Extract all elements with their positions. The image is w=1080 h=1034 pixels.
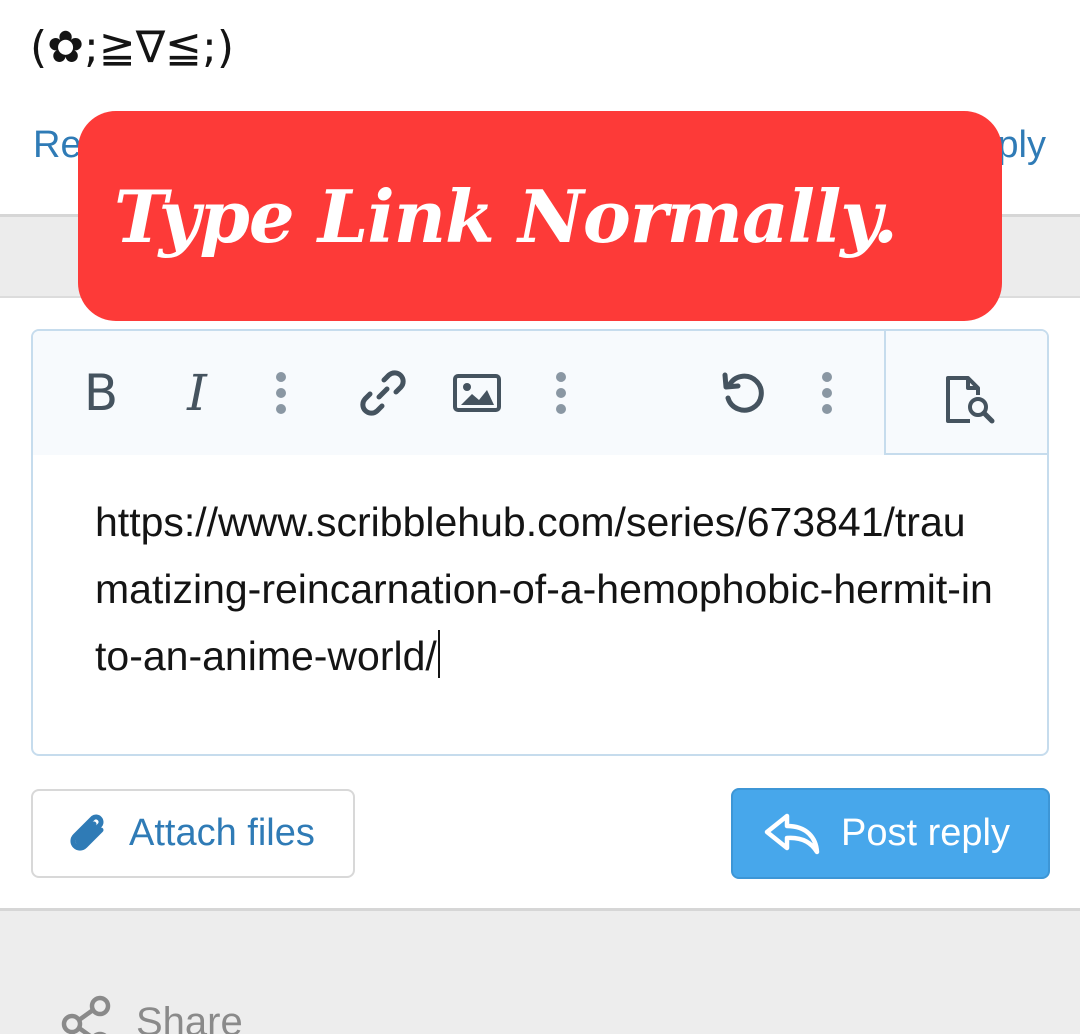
- share-icon: [61, 995, 111, 1034]
- preview-toggle[interactable]: [884, 331, 1047, 455]
- editor-toolbar: B I: [33, 331, 1047, 455]
- vertical-dots-icon: [822, 372, 832, 414]
- undo-button[interactable]: [717, 367, 769, 419]
- reply-editor[interactable]: B I https://www.scribblehub.com/series/6…: [31, 329, 1049, 756]
- editor-text-area[interactable]: https://www.scribblehub.com/series/67384…: [95, 489, 995, 690]
- link-button[interactable]: [355, 367, 411, 419]
- text-caret: [437, 630, 440, 678]
- undo-icon: [722, 372, 764, 413]
- bold-button[interactable]: B: [77, 364, 125, 422]
- editor-text: https://www.scribblehub.com/series/67384…: [95, 499, 993, 679]
- post-reply-label: Post reply: [841, 812, 1010, 854]
- share-label: Share: [136, 999, 243, 1034]
- thread-page: (✿;≧∇≦;) React Reply Type Link Normally.…: [0, 0, 1080, 1034]
- instruction-banner: Type Link Normally.: [78, 111, 1002, 321]
- image-button[interactable]: [451, 367, 503, 419]
- attach-files-button[interactable]: Attach files: [31, 789, 355, 878]
- image-icon: [453, 374, 501, 412]
- share-button[interactable]: Share: [58, 992, 243, 1034]
- more-text-options-button[interactable]: [273, 367, 289, 419]
- preview-icon: [946, 376, 995, 424]
- attach-files-label: Attach files: [129, 812, 315, 854]
- more-options-button[interactable]: [819, 367, 835, 419]
- paperclip-icon: [70, 814, 104, 851]
- vertical-dots-icon: [556, 372, 566, 414]
- post-reply-button[interactable]: Post reply: [731, 788, 1050, 879]
- more-insert-options-button[interactable]: [553, 367, 569, 419]
- post-text: (✿;≧∇≦;): [30, 22, 235, 73]
- vertical-dots-icon: [276, 372, 286, 414]
- italic-icon: I: [187, 364, 207, 422]
- bold-icon: B: [83, 364, 119, 422]
- banner-text: Type Link Normally.: [114, 173, 898, 259]
- italic-button[interactable]: I: [177, 364, 217, 422]
- reply-arrow-icon: [764, 813, 820, 854]
- link-icon: [360, 370, 406, 416]
